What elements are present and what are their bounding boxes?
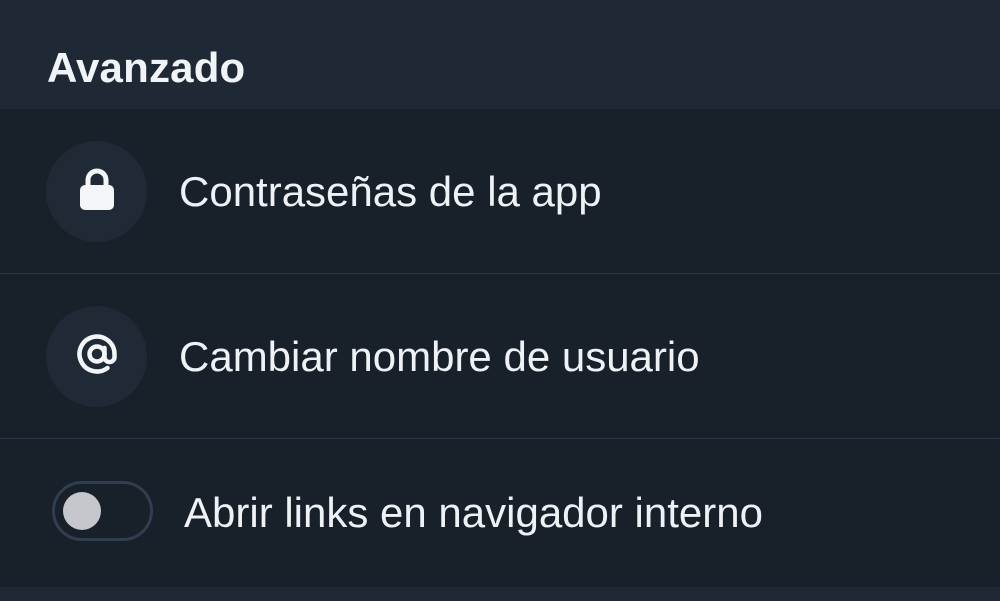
- lock-icon: [77, 167, 117, 216]
- list-item-app-passwords[interactable]: Contraseñas de la app: [0, 109, 1000, 273]
- at-icon-container: [46, 306, 147, 407]
- section-title: Avanzado: [47, 44, 246, 91]
- list-item-label: Contraseñas de la app: [179, 168, 602, 215]
- toggle-switch[interactable]: [52, 481, 153, 541]
- list-item-open-links-internal[interactable]: Abrir links en navigador interno: [0, 439, 1000, 587]
- list-item-label: Abrir links en navigador interno: [184, 489, 763, 536]
- section-header: Avanzado: [0, 0, 1000, 109]
- bottom-strip: [0, 587, 1000, 601]
- toggle-knob: [63, 492, 101, 530]
- settings-list: Contraseñas de la app Cambiar nombre de …: [0, 109, 1000, 587]
- list-item-label: Cambiar nombre de usuario: [179, 333, 700, 380]
- lock-icon-container: [46, 141, 147, 242]
- list-item-change-username[interactable]: Cambiar nombre de usuario: [0, 274, 1000, 438]
- at-sign-icon: [75, 332, 119, 381]
